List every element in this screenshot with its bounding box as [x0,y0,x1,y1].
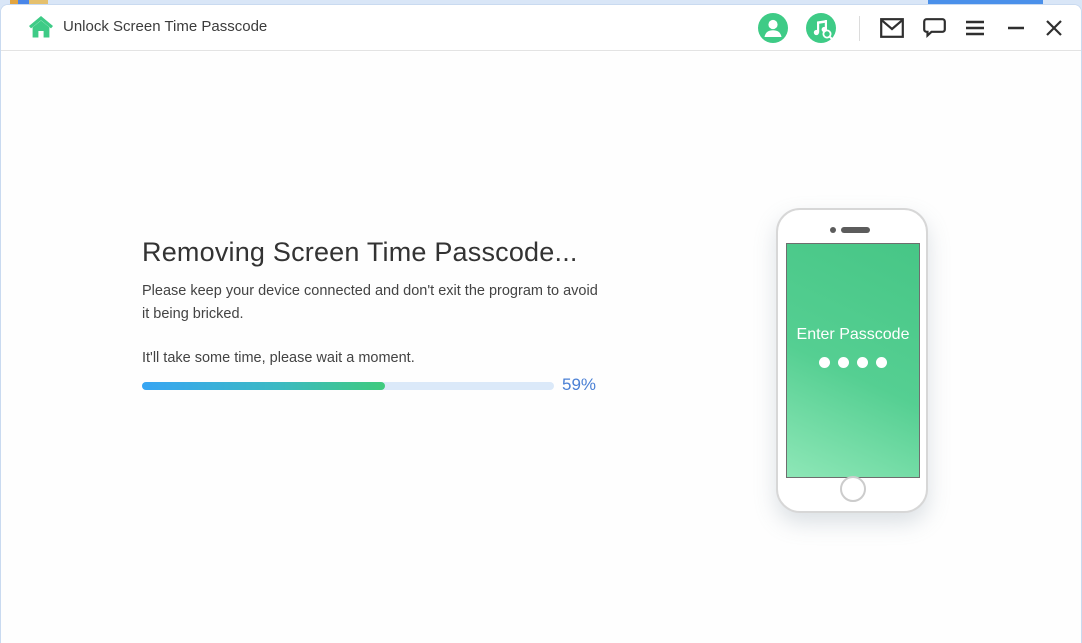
phone-illustration: Enter Passcode [776,208,928,513]
progress-bar [142,382,554,390]
minimize-icon[interactable] [1001,13,1031,43]
phone-screen: Enter Passcode [786,243,920,478]
account-icon[interactable] [758,13,788,43]
passcode-dot [857,357,868,368]
home-icon[interactable] [28,14,54,40]
mail-icon[interactable] [877,13,907,43]
phone-speaker-bar [841,227,870,233]
music-search-icon[interactable] [806,13,836,43]
main-content: Removing Screen Time Passcode... Please … [1,52,1081,643]
page-heading: Removing Screen Time Passcode... [142,237,578,268]
menu-icon[interactable] [960,13,990,43]
titlebar-divider [859,16,860,41]
progress-fill [142,382,385,390]
page-title: Unlock Screen Time Passcode [63,18,267,35]
enter-passcode-label: Enter Passcode [787,326,919,344]
progress-percent: 59% [562,375,596,395]
close-icon[interactable] [1039,13,1069,43]
app-window: Unlock Screen Time Passcode [0,4,1082,643]
phone-home-button [840,476,866,502]
feedback-icon[interactable] [919,13,949,43]
wait-text: It'll take some time, please wait a mome… [142,350,415,366]
warning-text: Please keep your device connected and do… [142,280,602,326]
passcode-dot [876,357,887,368]
passcode-dot [819,357,830,368]
passcode-dot [838,357,849,368]
titlebar: Unlock Screen Time Passcode [1,5,1081,51]
passcode-dots [787,357,919,368]
phone-camera-dot [830,227,836,233]
